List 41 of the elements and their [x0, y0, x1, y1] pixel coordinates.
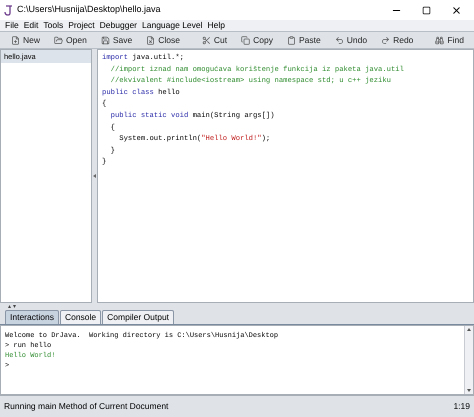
menu-item[interactable]: Tools — [43, 21, 64, 30]
scissors-icon — [202, 36, 211, 44]
scroll-up-icon[interactable] — [467, 328, 471, 331]
menu-item[interactable]: File — [5, 21, 19, 30]
toolbar-button[interactable]: Paste — [280, 32, 328, 48]
save-icon — [100, 36, 110, 44]
scrollbar[interactable] — [464, 326, 473, 394]
menu-item[interactable]: Project — [68, 21, 95, 30]
toolbar-button[interactable]: Cut — [194, 32, 234, 48]
window-title: C:\Users\Husnija\Desktop\hello.java — [17, 3, 161, 16]
tab[interactable]: Compiler Output — [102, 310, 174, 324]
copy-icon — [241, 36, 250, 44]
redo-icon — [381, 36, 390, 44]
toolbar-button[interactable]: Save — [94, 32, 140, 48]
undo-icon — [334, 36, 344, 44]
folder-icon — [54, 36, 64, 44]
clipboard-icon — [287, 36, 296, 44]
scroll-down-icon[interactable] — [467, 389, 471, 392]
tab[interactable]: Interactions — [5, 310, 59, 324]
menu-item[interactable]: Help — [208, 21, 226, 30]
new-file-icon — [11, 36, 20, 44]
menu-item[interactable]: Language Level — [142, 21, 203, 30]
status-message: Running main Method of Current Document — [4, 400, 168, 413]
binoculars-icon — [435, 36, 444, 44]
toolbar-button[interactable]: Close — [139, 32, 187, 48]
toolbar-button[interactable]: Undo — [328, 32, 374, 48]
toolbar-button[interactable]: Open — [47, 32, 94, 48]
cursor-position: 1:19 — [453, 400, 470, 413]
toolbar-button[interactable]: Find — [428, 32, 471, 48]
up-down-arrows-icon — [8, 305, 16, 308]
tab[interactable]: Console — [60, 310, 102, 324]
close-file-icon — [146, 36, 156, 44]
menu-item[interactable]: Debugger — [100, 21, 138, 30]
left-arrow-icon — [93, 174, 96, 178]
toolbar-button[interactable]: Copy — [234, 32, 280, 48]
toolbar-button[interactable]: Redo — [374, 32, 420, 48]
menu-item[interactable]: Edit — [24, 21, 38, 30]
close-icon[interactable] — [451, 4, 462, 16]
maximize-icon[interactable] — [422, 6, 431, 14]
toolbar-button[interactable]: New — [4, 32, 48, 48]
app-logo-icon — [4, 4, 13, 16]
